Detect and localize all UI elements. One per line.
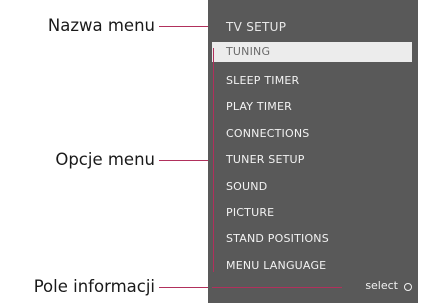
menu-item-connections[interactable]: CONNECTIONS <box>208 121 418 147</box>
info-field-line <box>212 287 342 288</box>
menu-item-picture[interactable]: PICTURE <box>208 200 418 226</box>
callout-menu-name: Nazwa menu <box>0 14 211 38</box>
menu-item-tuner-setup[interactable]: TUNER SETUP <box>208 147 418 173</box>
callout-line-info-field <box>159 287 211 288</box>
callout-label-menu-options: Opcje menu <box>55 150 155 169</box>
menu-item-tuning[interactable]: TUNING <box>212 42 412 62</box>
info-field: select <box>208 276 418 298</box>
callout-line-menu-name <box>159 26 211 27</box>
callout-info-field: Pole informacji <box>0 275 211 299</box>
callout-menu-options: Opcje menu <box>0 148 211 172</box>
callout-label-menu-name: Nazwa menu <box>47 16 155 35</box>
select-label: select <box>365 279 398 292</box>
menu-options-list: TUNING SLEEP TIMER PLAY TIMER CONNECTION… <box>208 42 418 279</box>
menu-item-sleep-timer[interactable]: SLEEP TIMER <box>208 68 418 94</box>
select-circle-icon <box>404 283 412 291</box>
menu-title: TV SETUP <box>226 20 287 34</box>
menu-options-bracket <box>213 48 214 272</box>
menu-item-play-timer[interactable]: PLAY TIMER <box>208 94 418 120</box>
menu-item-stand-positions[interactable]: STAND POSITIONS <box>208 226 418 252</box>
callout-line-menu-options <box>159 160 211 161</box>
menu-item-sound[interactable]: SOUND <box>208 174 418 200</box>
tv-menu-panel: TV SETUP TUNING SLEEP TIMER PLAY TIMER C… <box>208 0 418 303</box>
callout-label-info-field: Pole informacji <box>33 277 155 296</box>
